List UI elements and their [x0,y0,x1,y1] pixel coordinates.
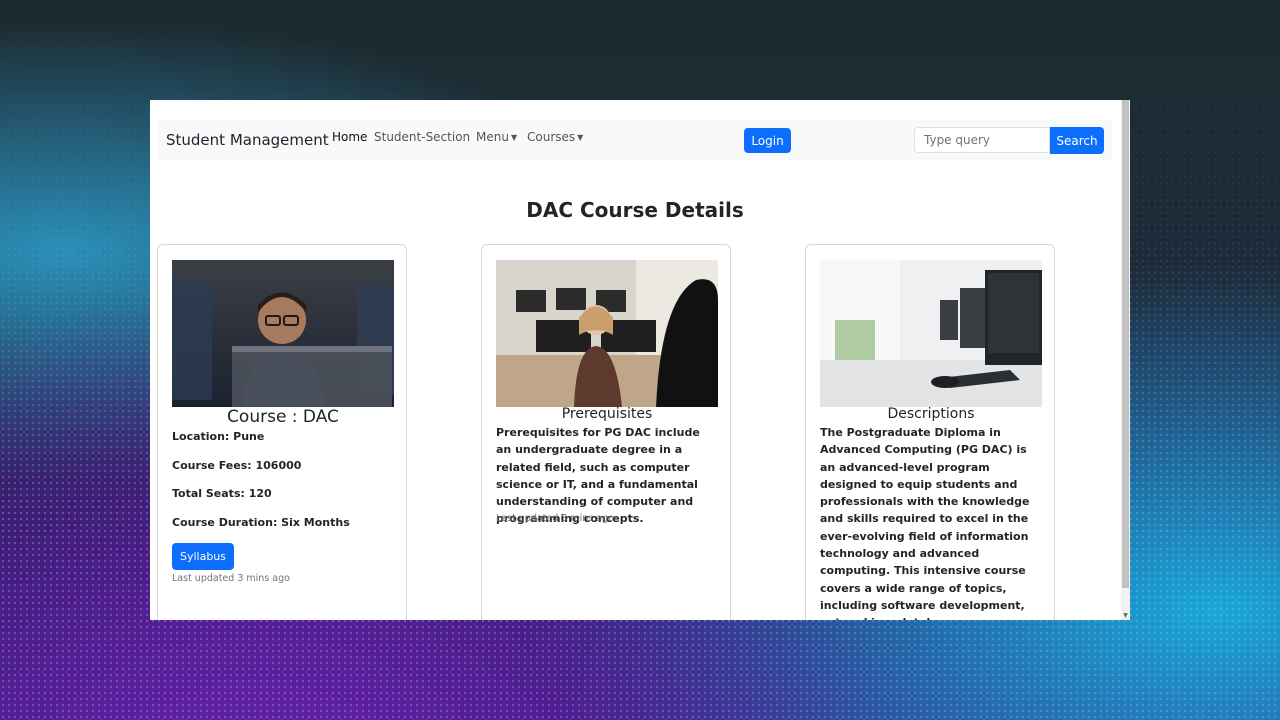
navbar-brand[interactable]: Student Management [166,131,329,149]
nav-menu-dropdown[interactable]: Menu ▼ [476,130,517,144]
nav-courses-label: Courses [527,130,576,144]
scrollbar-thumb[interactable] [1122,100,1129,588]
prerequisites-card: Prerequisites Prerequisites for PG DAC i… [481,244,731,620]
vertical-scrollbar[interactable]: ▼ [1121,100,1130,620]
nav-menu-label: Menu [476,130,509,144]
search-button[interactable]: Search [1050,127,1104,154]
nav-student-section[interactable]: Student-Section [374,130,470,144]
descriptions-text: The Postgraduate Diploma in Advanced Com… [820,426,1030,620]
scroll-down-icon[interactable]: ▼ [1122,612,1129,620]
course-duration: Course Duration: Six Months [172,516,350,529]
login-button[interactable]: Login [744,128,791,153]
page-title: DAC Course Details [526,198,744,222]
course-seats: Total Seats: 120 [172,487,272,500]
nav-home[interactable]: Home [332,130,367,144]
course-card: Course : DAC Location: Pune Course Fees:… [157,244,407,620]
card-title: Prerequisites [561,406,653,422]
classroom-image [496,260,718,407]
descriptions-card: Descriptions The Postgraduate Diploma in… [805,244,1055,620]
course-image [172,260,394,407]
nav-courses-dropdown[interactable]: Courses ▼ [527,130,583,144]
search-input[interactable] [914,127,1050,153]
card-title: Descriptions [887,406,975,422]
computer-lab-image [820,260,1042,407]
course-fees: Course Fees: 106000 [172,459,302,472]
navbar: Student Management Home Student-Section … [157,120,1112,160]
card-title: Course : DAC [227,407,339,427]
course-location: Location: Pune [172,430,265,443]
browser-viewport: Student Management Home Student-Section … [150,100,1130,620]
caret-down-icon: ▼ [577,133,584,142]
last-updated: Last updated 3 mins ago [172,573,290,584]
syllabus-button[interactable]: Syllabus [172,543,234,570]
last-updated: Last updated 3 mins ago [496,513,614,524]
caret-down-icon: ▼ [510,133,518,142]
